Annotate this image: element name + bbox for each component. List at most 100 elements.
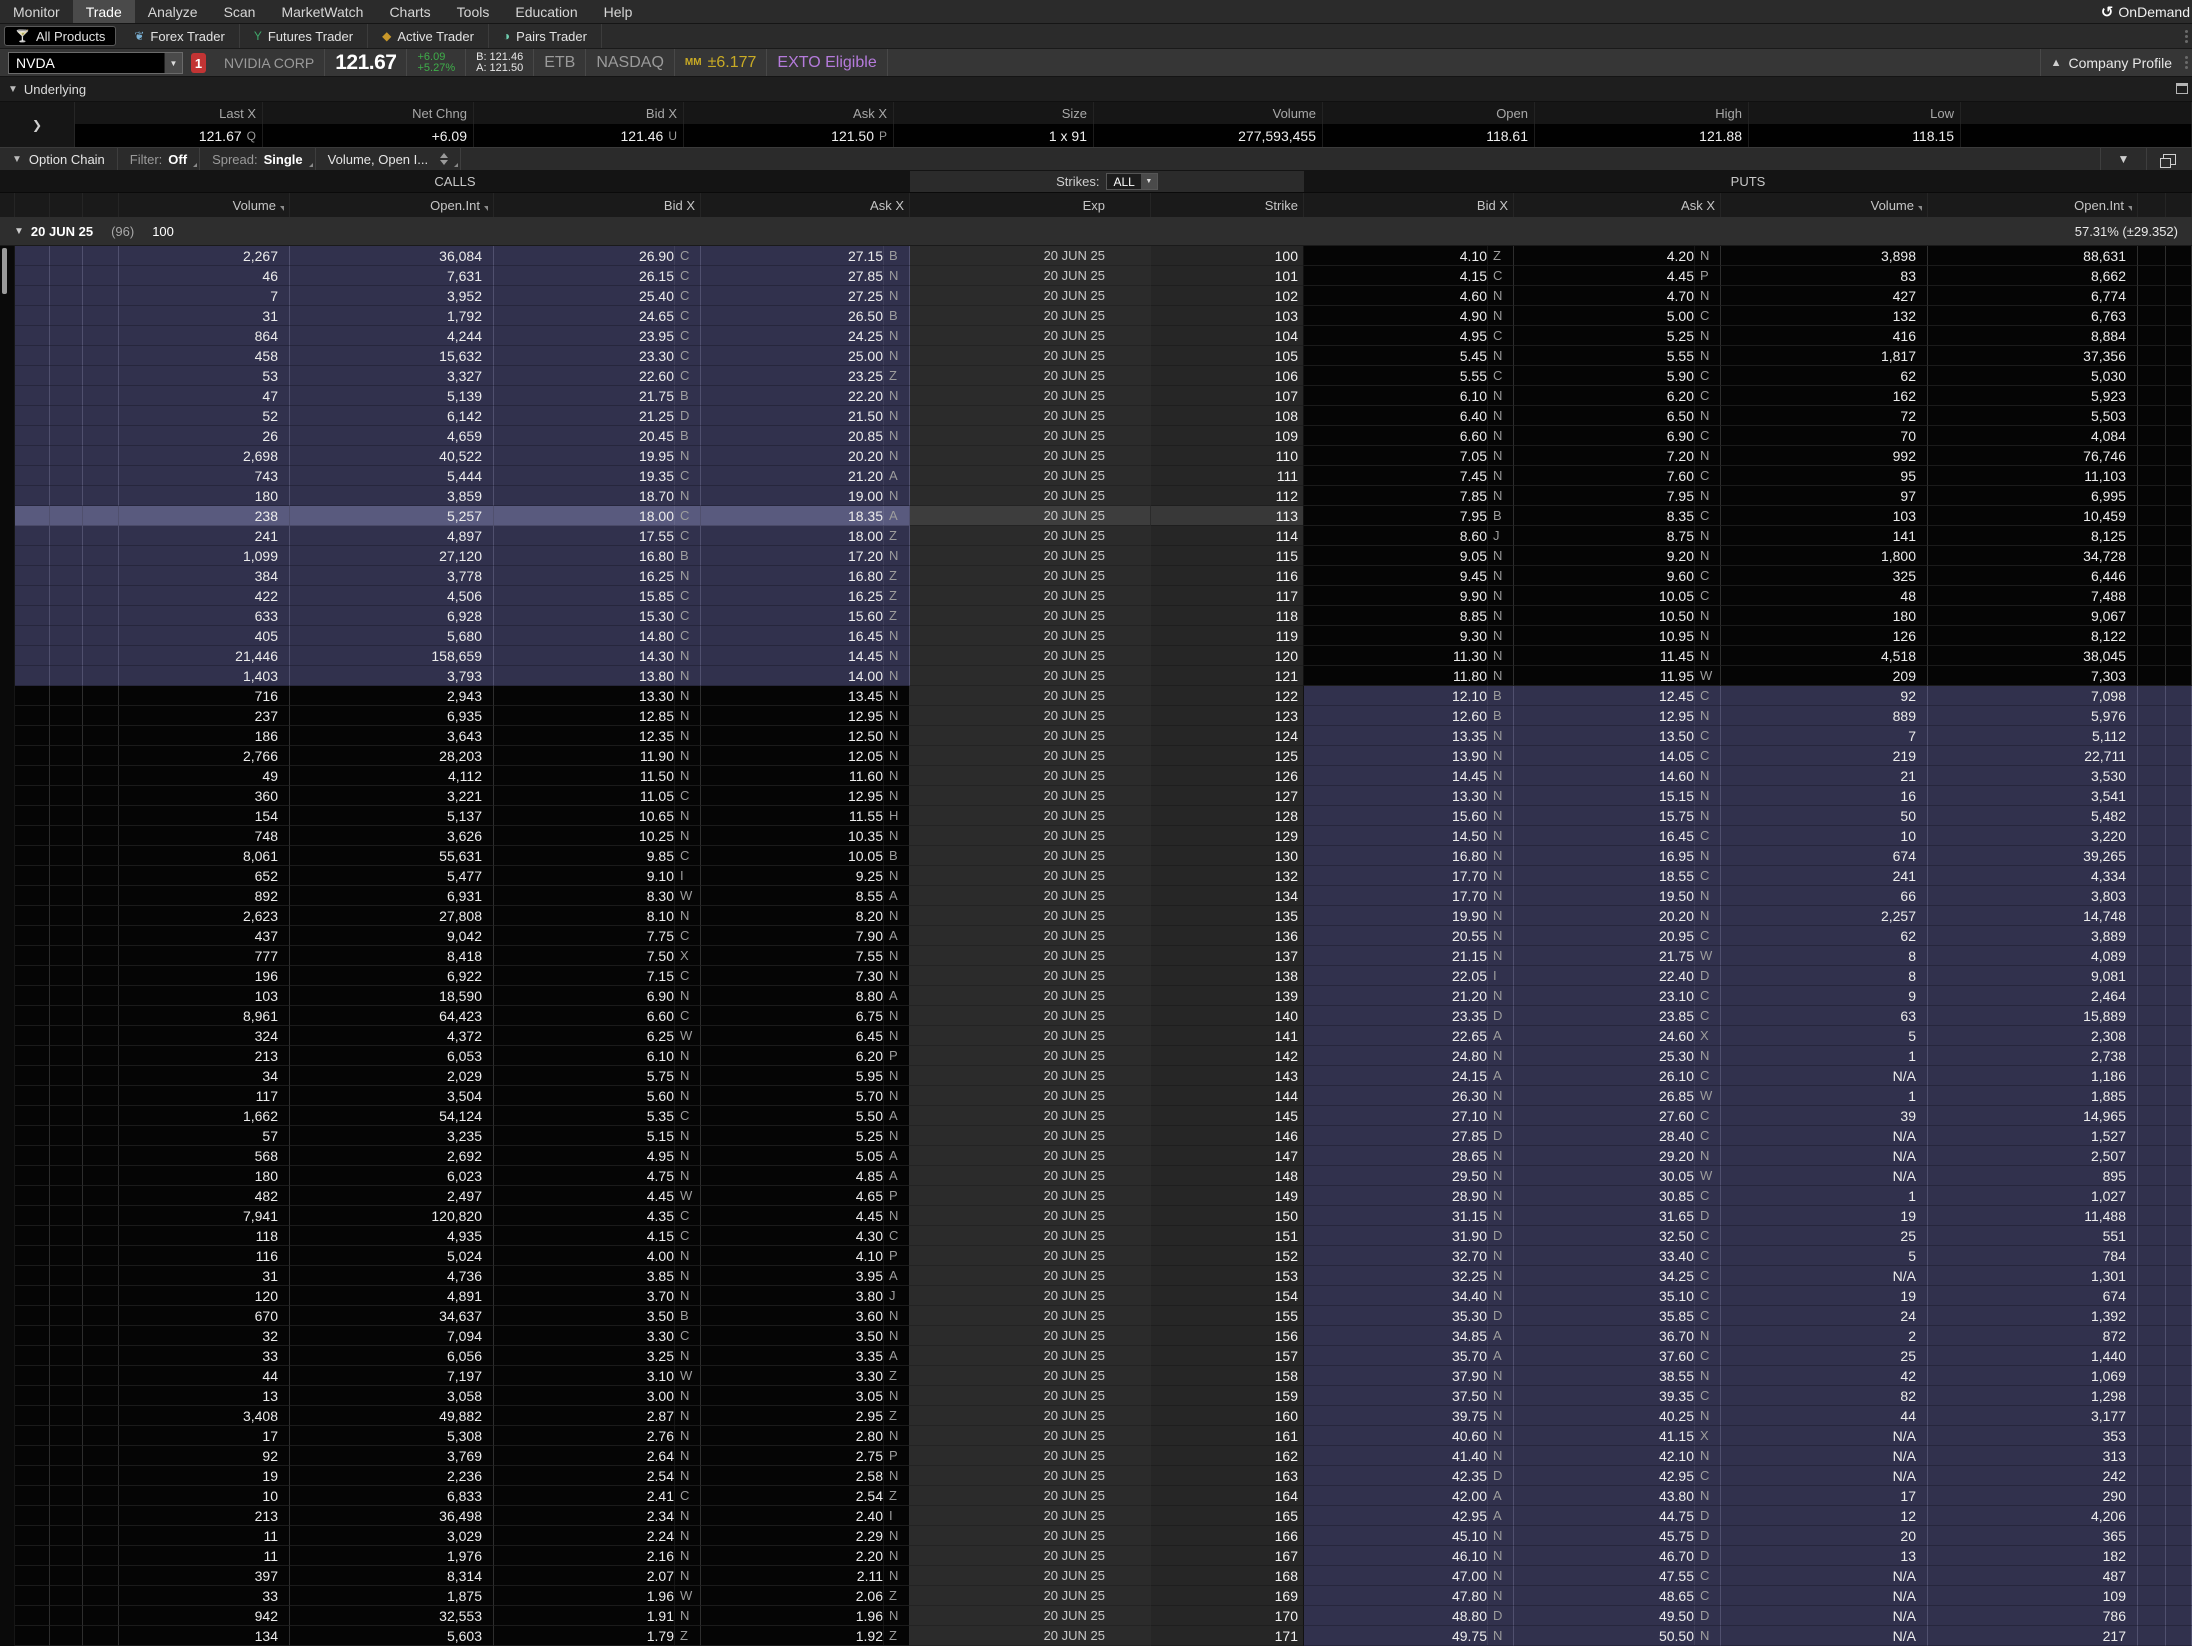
call-ask-cell[interactable]: 8.80A — [701, 986, 910, 1006]
call-open-int-cell[interactable]: 3,793 — [290, 666, 494, 686]
put-ask-cell[interactable]: 23.85C — [1514, 1006, 1721, 1026]
call-open-int-cell[interactable]: 36,498 — [290, 1506, 494, 1526]
put-volume-cell[interactable]: 674 — [1721, 846, 1928, 866]
put-open-int-cell[interactable]: 109 — [1928, 1586, 2138, 1606]
put-ask-cell[interactable]: 4.70N — [1514, 286, 1721, 306]
call-ask-cell[interactable]: 10.05B — [701, 846, 910, 866]
strike-cell[interactable]: 106 — [1151, 366, 1304, 386]
put-volume-cell[interactable]: 416 — [1721, 326, 1928, 346]
exp-header[interactable]: Exp — [910, 193, 1151, 217]
strike-cell[interactable]: 146 — [1151, 1126, 1304, 1146]
call-open-int-cell[interactable]: 2,497 — [290, 1186, 494, 1206]
call-ask-cell[interactable]: 16.25Z — [701, 586, 910, 606]
put-ask-cell[interactable]: 46.70D — [1514, 1546, 1721, 1566]
strike-cell[interactable]: 153 — [1151, 1266, 1304, 1286]
call-open-int-cell[interactable]: 4,506 — [290, 586, 494, 606]
put-open-int-cell[interactable]: 1,298 — [1928, 1386, 2138, 1406]
call-open-int-cell[interactable]: 6,053 — [290, 1046, 494, 1066]
scrollbar-thumb[interactable] — [2, 248, 7, 294]
put-ask-cell[interactable]: 34.25C — [1514, 1266, 1721, 1286]
strike-cell[interactable]: 125 — [1151, 746, 1304, 766]
tab-futures-trader[interactable]: YFutures Trader — [240, 24, 368, 48]
call-open-int-cell[interactable]: 158,659 — [290, 646, 494, 666]
put-open-int-cell[interactable]: 76,746 — [1928, 446, 2138, 466]
put-bid-cell[interactable]: 16.80N — [1304, 846, 1514, 866]
call-open-int-cell[interactable]: 27,120 — [290, 546, 494, 566]
menu-item-tools[interactable]: Tools — [444, 0, 503, 23]
exp-cell[interactable]: 20 JUN 25 — [910, 1406, 1151, 1426]
call-bid-cell[interactable]: 18.70N — [494, 486, 701, 506]
strike-cell[interactable]: 169 — [1151, 1586, 1304, 1606]
put-bid-cell[interactable]: 48.80D — [1304, 1606, 1514, 1626]
put-volume-cell[interactable]: N/A — [1721, 1066, 1928, 1086]
chain-row-strike-164[interactable]: 106,8332.41C2.54Z20 JUN 2516442.00A43.80… — [0, 1486, 2192, 1506]
call-bid-cell[interactable]: 4.95N — [494, 1146, 701, 1166]
put-bid-cell[interactable]: 17.70N — [1304, 866, 1514, 886]
chain-row-strike-119[interactable]: 4055,68014.80C16.45N20 JUN 251199.30N10.… — [0, 626, 2192, 646]
strike-cell[interactable]: 130 — [1151, 846, 1304, 866]
chain-row-strike-134[interactable]: 8926,9318.30W8.55A20 JUN 2513417.70N19.5… — [0, 886, 2192, 906]
call-bid-cell[interactable]: 4.45W — [494, 1186, 701, 1206]
put-ask-cell[interactable]: 37.60C — [1514, 1346, 1721, 1366]
chain-row-strike-115[interactable]: 1,09927,12016.80B17.20N20 JUN 251159.05N… — [0, 546, 2192, 566]
call-volume-cell[interactable]: 103 — [119, 986, 290, 1006]
put-ask-cell[interactable]: 10.05C — [1514, 586, 1721, 606]
put-bid-cell[interactable]: 42.35D — [1304, 1466, 1514, 1486]
call-bid-cell[interactable]: 6.60C — [494, 1006, 701, 1026]
exp-cell[interactable]: 20 JUN 25 — [910, 1386, 1151, 1406]
put-ask-cell[interactable]: 38.55N — [1514, 1366, 1721, 1386]
call-ask-cell[interactable]: 2.54Z — [701, 1486, 910, 1506]
call-open-int-cell[interactable]: 1,792 — [290, 306, 494, 326]
exp-cell[interactable]: 20 JUN 25 — [910, 1286, 1151, 1306]
call-volume-cell[interactable]: 213 — [119, 1506, 290, 1526]
chain-row-strike-124[interactable]: 1863,64312.35N12.50N20 JUN 2512413.35N13… — [0, 726, 2192, 746]
put-open-int-cell[interactable]: 5,923 — [1928, 386, 2138, 406]
put-volume-cell[interactable]: 63 — [1721, 1006, 1928, 1026]
exp-cell[interactable]: 20 JUN 25 — [910, 1166, 1151, 1186]
call-ask-cell[interactable]: 8.20N — [701, 906, 910, 926]
call-bid-cell[interactable]: 7.15C — [494, 966, 701, 986]
call-open-int-cell[interactable]: 6,931 — [290, 886, 494, 906]
chain-row-strike-109[interactable]: 264,65920.45B20.85N20 JUN 251096.60N6.90… — [0, 426, 2192, 446]
call-bid-cell[interactable]: 10.25N — [494, 826, 701, 846]
call-bid-cell[interactable]: 2.64N — [494, 1446, 701, 1466]
call-bid-cell[interactable]: 2.87N — [494, 1406, 701, 1426]
put-ask-cell[interactable]: 28.40C — [1514, 1126, 1721, 1146]
call-bid-cell[interactable]: 5.60N — [494, 1086, 701, 1106]
call-ask-cell[interactable]: 1.96N — [701, 1606, 910, 1626]
strike-cell[interactable]: 129 — [1151, 826, 1304, 846]
put-open-int-cell[interactable]: 4,334 — [1928, 866, 2138, 886]
strike-cell[interactable]: 139 — [1151, 986, 1304, 1006]
strike-cell[interactable]: 151 — [1151, 1226, 1304, 1246]
chain-row-strike-104[interactable]: 8644,24423.95C24.25N20 JUN 251044.95C5.2… — [0, 326, 2192, 346]
call-ask-cell[interactable]: 5.50A — [701, 1106, 910, 1126]
exp-cell[interactable]: 20 JUN 25 — [910, 1566, 1151, 1586]
exp-cell[interactable]: 20 JUN 25 — [910, 726, 1151, 746]
layout-dropdown[interactable]: Volume, Open I... — [316, 148, 461, 170]
strike-cell[interactable]: 117 — [1151, 586, 1304, 606]
call-open-int-cell[interactable]: 5,139 — [290, 386, 494, 406]
call-ask-cell[interactable]: 20.20N — [701, 446, 910, 466]
strike-cell[interactable]: 113 — [1151, 506, 1304, 526]
put-volume-cell[interactable]: 8 — [1721, 966, 1928, 986]
put-bid-header[interactable]: Bid X — [1304, 193, 1514, 217]
call-open-int-cell[interactable]: 15,632 — [290, 346, 494, 366]
strike-cell[interactable]: 121 — [1151, 666, 1304, 686]
call-bid-cell[interactable]: 13.80N — [494, 666, 701, 686]
call-open-int-cell[interactable]: 7,094 — [290, 1326, 494, 1346]
exp-cell[interactable]: 20 JUN 25 — [910, 1526, 1151, 1546]
call-volume-cell[interactable]: 13 — [119, 1386, 290, 1406]
put-open-int-cell[interactable]: 3,889 — [1928, 926, 2138, 946]
put-open-int-cell[interactable]: 38,045 — [1928, 646, 2138, 666]
put-volume-cell[interactable]: 92 — [1721, 686, 1928, 706]
call-bid-cell[interactable]: 8.10N — [494, 906, 701, 926]
put-volume-cell[interactable]: 1 — [1721, 1046, 1928, 1066]
call-open-int-cell[interactable]: 5,680 — [290, 626, 494, 646]
chain-row-strike-123[interactable]: 2376,93512.85N12.95N20 JUN 2512312.60B12… — [0, 706, 2192, 726]
chain-row-strike-143[interactable]: 342,0295.75N5.95N20 JUN 2514324.15A26.10… — [0, 1066, 2192, 1086]
menu-item-marketwatch[interactable]: MarketWatch — [268, 0, 376, 23]
call-bid-cell[interactable]: 9.85C — [494, 846, 701, 866]
chain-row-strike-102[interactable]: 73,95225.40C27.25N20 JUN 251024.60N4.70N… — [0, 286, 2192, 306]
put-ask-cell[interactable]: 45.75D — [1514, 1526, 1721, 1546]
call-ask-cell[interactable]: 12.05N — [701, 746, 910, 766]
